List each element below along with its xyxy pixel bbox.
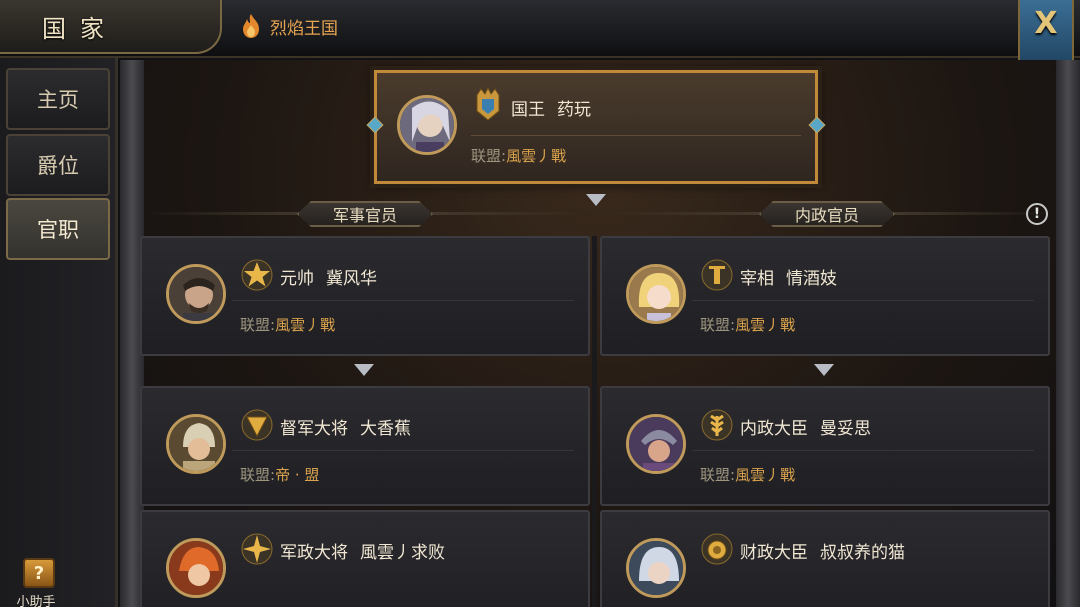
supervisor-avatar: [166, 414, 226, 474]
king-role-line: 国王 药玩: [511, 95, 591, 120]
marshal-star-icon: [241, 259, 273, 291]
king-alliance: 風雲丿戰: [506, 147, 567, 165]
military-general-avatar: [166, 538, 226, 598]
interior-minister-wheat-icon: [701, 409, 733, 441]
chancellor-avatar: [626, 264, 686, 324]
king-crest-icon: [476, 87, 500, 121]
king-alliance-line: 联盟:風雲丿戰: [471, 147, 567, 165]
king-name: 药玩: [557, 100, 591, 120]
king-card[interactable]: 国王 药玩 联盟:風雲丿戰: [370, 66, 822, 188]
close-icon: X: [1034, 6, 1058, 41]
king-divider: [471, 135, 801, 136]
king-role: 国王: [511, 100, 545, 120]
official-card-military-general[interactable]: 军政大将 風雲丿求败: [140, 510, 590, 607]
sidebar: 主页 爵位 官职 ? 小助手: [0, 58, 118, 607]
finance-minister-role-line: 财政大臣 叔叔养的猫: [740, 543, 905, 563]
kingdom-name: 烈焰王国: [270, 18, 338, 39]
official-card-interior-minister[interactable]: 内政大臣 曼妥思 联盟:風雲丿戰: [600, 386, 1050, 506]
info-alert-icon[interactable]: !: [1026, 203, 1048, 225]
page-title-tab: 国家: [0, 0, 222, 54]
interior-minister-avatar: [626, 414, 686, 474]
flame-icon: [243, 14, 259, 38]
card-divider: [692, 450, 1034, 451]
marshal-alliance-line: 联盟:風雲丿戰: [240, 316, 336, 334]
kingdom-indicator: 烈焰王国: [240, 13, 338, 39]
officials-panel: 国王药玩 联盟:風雲丿戰 军事官员 内政官员 ! 元帅冀风华 联盟:風雲丿戰: [120, 60, 1080, 607]
civil-section-header: 内政官员: [742, 200, 912, 228]
tab-home[interactable]: 主页: [6, 68, 110, 130]
tab-offices-label: 官职: [37, 218, 79, 242]
interior-minister-role-line: 内政大臣 曼妥思: [740, 419, 871, 439]
king-avatar: [397, 95, 457, 155]
chancellor-role-line: 宰相 情酒妓: [740, 269, 837, 289]
finance-minister-coin-icon: [701, 533, 733, 565]
tab-offices[interactable]: 官职: [6, 198, 110, 260]
supervisor-alliance-line: 联盟:帝 · 盟: [240, 466, 320, 484]
help-icon: ?: [23, 558, 55, 588]
top-bar: 国家 烈焰王国 X: [0, 0, 1080, 70]
page-title: 国家: [42, 14, 118, 43]
chancellor-alliance-line: 联盟:風雲丿戰: [700, 316, 796, 334]
supervisor-role-line: 督军大将 大香蕉: [280, 419, 411, 439]
official-card-chancellor[interactable]: 宰相 情酒妓 联盟:風雲丿戰: [600, 236, 1050, 356]
helper-button[interactable]: ? 小助手: [14, 558, 64, 607]
tab-nobility-label: 爵位: [37, 154, 79, 178]
marshal-avatar: [166, 264, 226, 324]
right-pillar: [1056, 60, 1080, 607]
military-section-header: 军事官员: [280, 200, 450, 228]
down-arrow-icon: [814, 364, 834, 376]
tab-home-label: 主页: [37, 88, 79, 112]
card-divider: [692, 300, 1034, 301]
official-card-supervisor-general[interactable]: 督军大将 大香蕉 联盟:帝 · 盟: [140, 386, 590, 506]
down-arrow-icon: [354, 364, 374, 376]
card-divider: [232, 450, 574, 451]
card-divider: [232, 300, 574, 301]
military-general-cross-icon: [241, 533, 273, 565]
interior-minister-alliance-line: 联盟:風雲丿戰: [700, 466, 796, 484]
supervisor-shield-icon: [241, 409, 273, 441]
official-card-finance-minister[interactable]: 财政大臣 叔叔养的猫: [600, 510, 1050, 607]
official-card-marshal[interactable]: 元帅 冀风华 联盟:風雲丿戰: [140, 236, 590, 356]
chancellor-pillar-icon: [701, 259, 733, 291]
finance-minister-avatar: [626, 538, 686, 598]
military-general-role-line: 军政大将 風雲丿求败: [280, 543, 445, 563]
tab-nobility[interactable]: 爵位: [6, 134, 110, 196]
column-divider: [592, 236, 597, 607]
helper-label: 小助手: [16, 595, 56, 607]
down-arrow-icon: [586, 194, 606, 206]
marshal-role-line: 元帅 冀风华: [280, 269, 377, 289]
